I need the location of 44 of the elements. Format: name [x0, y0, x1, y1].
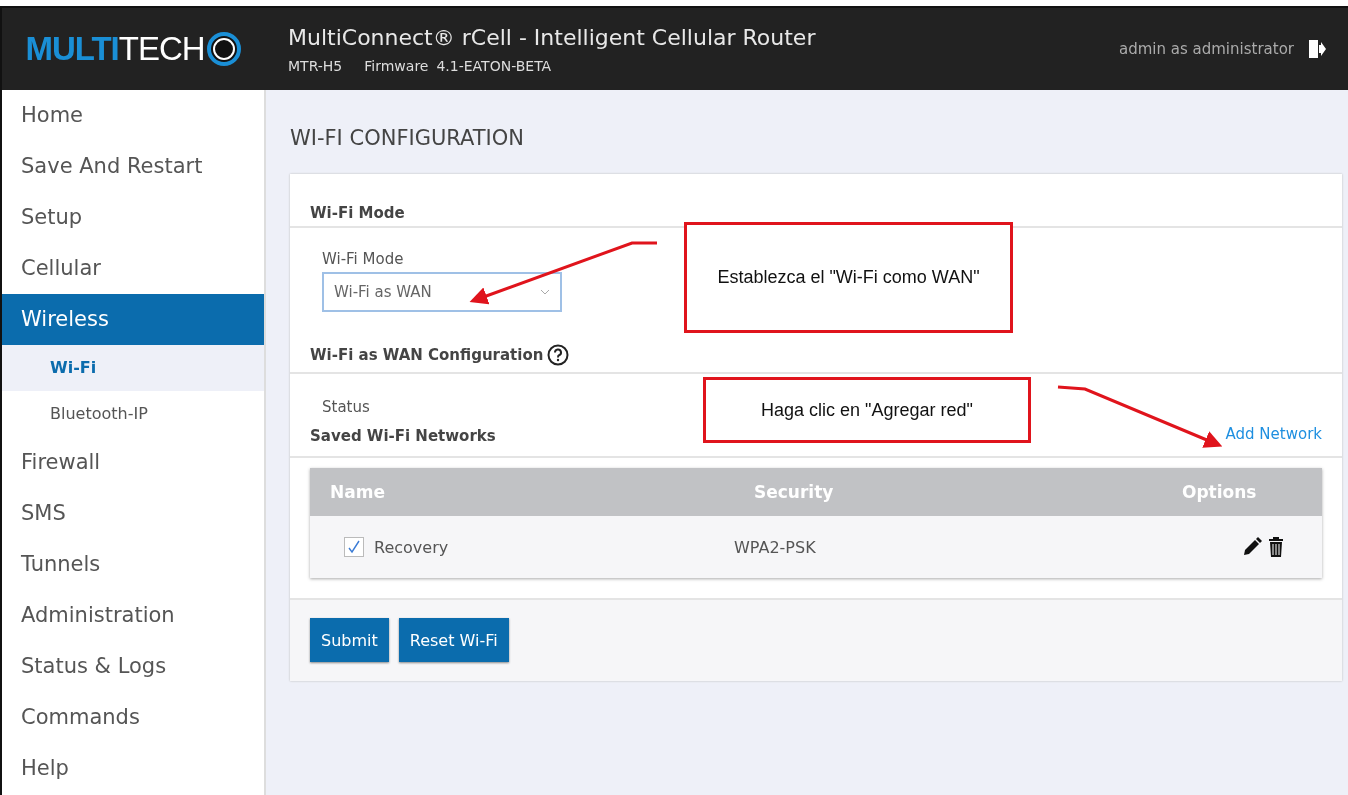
- sidebar-item[interactable]: Tunnels: [2, 539, 264, 590]
- sidebar-item[interactable]: SMS: [2, 488, 264, 539]
- page-title: WI-FI CONFIGURATION: [290, 126, 526, 150]
- logo-text: MULTITECH: [25, 30, 205, 68]
- firmware-version: 4.1-EATON-BETA: [436, 57, 552, 74]
- sidebar-item[interactable]: Save And Restart: [2, 141, 264, 192]
- mode-dropdown[interactable]: Wi-Fi as WAN: [322, 272, 562, 312]
- action-button[interactable]: Submit: [310, 618, 389, 662]
- firmware-label: Firmware: [364, 57, 429, 74]
- model-name: MTR-H5: [288, 57, 343, 74]
- sidebar-item[interactable]: Firewall: [2, 437, 264, 488]
- column-header: Security: [753, 482, 835, 502]
- action-button[interactable]: Reset Wi-Fi: [398, 618, 509, 662]
- add-network-link[interactable]: Add Network: [1225, 425, 1322, 443]
- section-title: Wi-Fi as WAN Configuration: [310, 346, 544, 364]
- annotation-callout: Establezca el "Wi-Fi como WAN": [684, 222, 1013, 333]
- status-label: Status: [322, 398, 370, 416]
- column-header: Options: [1181, 482, 1258, 502]
- logout-icon[interactable]: [1308, 39, 1326, 59]
- edit-icon[interactable]: [1242, 537, 1262, 557]
- sidebar-subitem[interactable]: Bluetooth-IP: [2, 391, 264, 437]
- sidebar-item[interactable]: Help: [2, 743, 264, 794]
- user-label: admin as administrator: [1119, 40, 1294, 58]
- table-cell-text: WPA2-PSK: [734, 537, 817, 557]
- sidebar-item[interactable]: Setup: [2, 192, 264, 243]
- sidebar-item[interactable]: Wireless: [2, 294, 264, 345]
- delete-icon[interactable]: [1268, 537, 1284, 557]
- column-header: Name: [329, 482, 386, 502]
- sidebar-item[interactable]: Administration: [2, 590, 264, 641]
- sidebar-item[interactable]: Home: [2, 90, 264, 141]
- help-icon[interactable]: [547, 344, 570, 366]
- checkbox[interactable]: [344, 537, 364, 557]
- sidebar-item[interactable]: Cellular: [2, 243, 264, 294]
- field-label: Wi-Fi Mode: [322, 250, 405, 268]
- app-title: MultiConnect® rCell - Intelligent Cellular Router: [288, 24, 817, 50]
- sidebar-item[interactable]: Status & Logs: [2, 641, 264, 692]
- table-cell: Recovery: [374, 537, 449, 557]
- section-title: Wi-Fi Mode: [310, 204, 405, 222]
- annotation-callout: Haga clic en "Agregar red": [703, 377, 1031, 443]
- logo-icon: [206, 32, 241, 66]
- section-title: Saved Wi-Fi Networks: [310, 427, 496, 445]
- sidebar-item[interactable]: Commands: [2, 692, 264, 743]
- chevron-icon: [540, 289, 550, 295]
- sidebar-subitem[interactable]: Wi-Fi: [2, 345, 264, 391]
